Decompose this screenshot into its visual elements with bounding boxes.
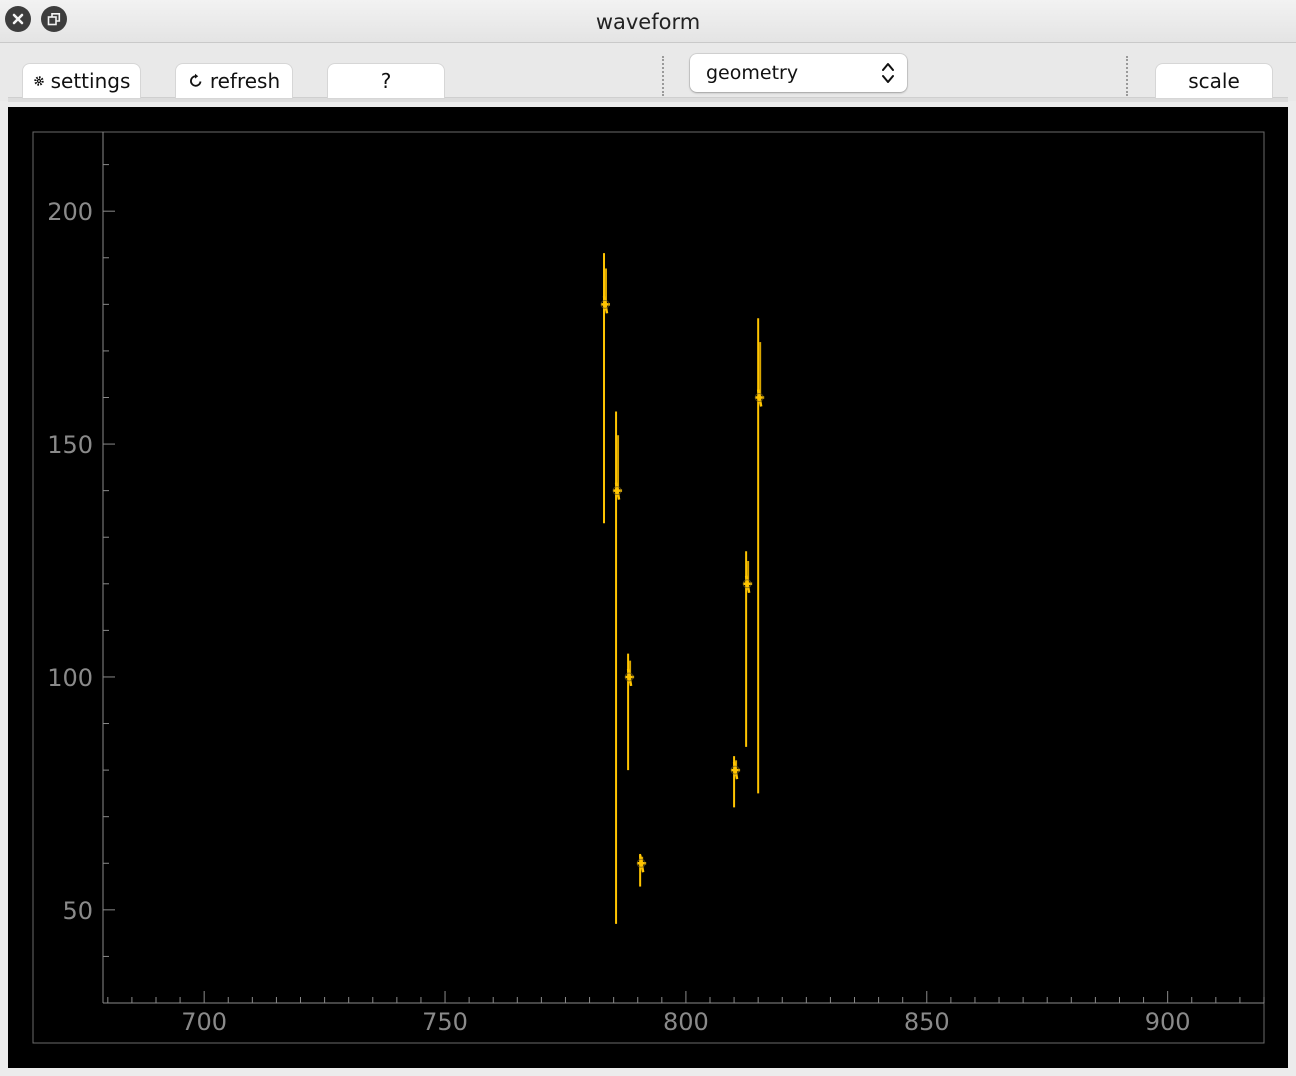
window-title: waveform xyxy=(595,10,701,34)
toolbar-separator xyxy=(1126,56,1128,96)
waveform-plot[interactable]: 700 750 800 850 900 50 100 150 200 xyxy=(8,107,1288,1068)
plot-frame xyxy=(32,131,1265,1044)
chevron-updown-icon xyxy=(882,63,894,83)
help-button[interactable]: ? xyxy=(328,64,444,98)
x-tick-label: 750 xyxy=(422,1008,468,1036)
x-tick-label: 850 xyxy=(904,1008,950,1036)
x-tick-label: 900 xyxy=(1145,1008,1191,1036)
scale-button[interactable]: scale xyxy=(1156,64,1272,98)
settings-button-label: settings xyxy=(50,69,131,93)
view-mode-value: geometry xyxy=(706,62,799,84)
scale-button-label: scale xyxy=(1188,69,1240,93)
refresh-icon xyxy=(189,73,202,87)
toolbar-separator xyxy=(662,56,664,96)
x-tick-label: 800 xyxy=(663,1008,709,1036)
y-tick-label: 150 xyxy=(47,431,93,459)
view-mode-select[interactable]: geometry xyxy=(690,54,907,92)
y-tick-label: 100 xyxy=(47,664,93,692)
help-button-label: ? xyxy=(380,69,392,93)
x-tick-label: 700 xyxy=(181,1008,227,1036)
refresh-button[interactable]: refresh xyxy=(176,64,292,98)
y-tick-label: 200 xyxy=(47,198,93,226)
chart-svg[interactable]: 700 750 800 850 900 50 100 150 200 xyxy=(8,107,1288,1068)
title-bar: waveform xyxy=(0,0,1296,43)
settings-button[interactable]: settings xyxy=(23,64,140,98)
gear-icon xyxy=(33,76,44,86)
refresh-button-label: refresh xyxy=(209,69,281,93)
y-tick-label: 50 xyxy=(62,897,93,925)
